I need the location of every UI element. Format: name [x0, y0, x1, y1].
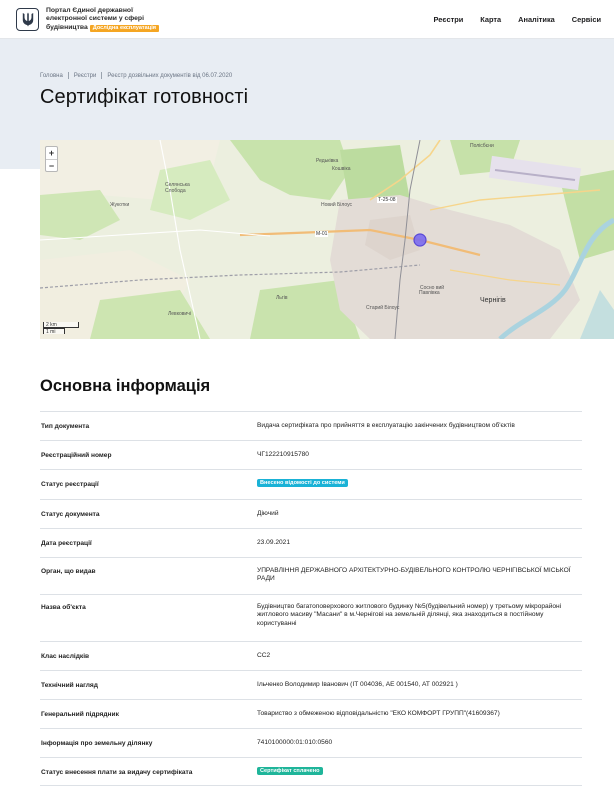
row-label-issuer: Орган, що видав — [41, 568, 96, 575]
site-header: Портал Єдиної державної електронної сист… — [0, 0, 614, 39]
map-scale: 2 km 1 mi — [43, 322, 79, 335]
breadcrumb-home[interactable]: Головна — [40, 73, 63, 79]
map-label-chernihiv: Чернігів — [480, 297, 506, 304]
breadcrumb-separator — [101, 72, 103, 79]
map-label-seliansk: Селянська Слобода — [165, 182, 190, 194]
breadcrumb-registries[interactable]: Реєстри — [74, 73, 97, 79]
row-label-reg-date: Дата реєстрації — [41, 540, 92, 547]
map-canvas — [40, 140, 614, 339]
map-label-levkovychi: Левковичі — [168, 311, 191, 317]
zoom-in-button[interactable]: + — [46, 147, 57, 159]
row-label-general-contractor: Генеральний підрядник — [41, 711, 119, 718]
trident-icon[interactable] — [16, 8, 39, 31]
info-table: Тип документа Видача сертифіката про при… — [40, 411, 582, 786]
breadcrumb-current[interactable]: Реєстр дозвільних документів від 06.07.2… — [107, 73, 232, 79]
row-value-reg-date: 23.09.2021 — [257, 539, 291, 546]
trident-icon-graphic — [22, 12, 33, 27]
zoom-out-button[interactable]: − — [46, 159, 57, 171]
table-row: Назва об'єкта Будівництво багатоповерхов… — [40, 594, 582, 641]
map-label-novyi-bilous: Новий Білоус — [321, 202, 353, 208]
row-label-payment-status: Статус внесення плати за видачу сертифік… — [41, 769, 193, 776]
row-value-general-contractor: Товариство з обмеженою відповідальністю … — [257, 710, 500, 717]
map-label-koshelevka: Кошвіка — [332, 166, 351, 172]
row-label-consequence-class: Клас наслідків — [41, 653, 90, 660]
row-value-land-plot: 7410100000:01:010:0560 — [257, 739, 333, 746]
breadcrumb: Головна Реєстри Реєстр дозвільних докуме… — [40, 72, 232, 79]
row-label-doc-type: Тип документа — [41, 423, 90, 430]
section-title: Основна інформація — [40, 377, 211, 395]
row-value-object-name: Будівництво багатоповерхового житлового … — [257, 603, 562, 627]
nav-map[interactable]: Карта — [480, 15, 501, 24]
table-row: Статус внесення плати за видачу сертифік… — [40, 757, 582, 786]
table-row: Дата реєстрації 23.09.2021 — [40, 528, 582, 557]
row-value-payment-status: Сертифікат сплачено — [257, 758, 582, 785]
table-row: Статус реєстрації Внесено відомості до с… — [40, 469, 582, 499]
map-zoom-control: + − — [45, 146, 58, 172]
location-map[interactable]: Полісбєни Редьківка Кошвіка Селянська Сл… — [40, 140, 614, 339]
row-value-tech-supervision: Ільченко Володимир Іванович (ІТ 004036, … — [257, 681, 458, 688]
breadcrumb-separator — [67, 72, 69, 79]
table-row: Генеральний підрядник Товариство з обмеж… — [40, 699, 582, 728]
main-nav: Реєстри Карта Аналітика Сервіси — [434, 15, 601, 24]
map-label-redkivka: Редьківка — [316, 158, 339, 164]
portal-brand[interactable]: Портал Єдиної державної електронної сист… — [46, 7, 176, 33]
row-label-land-plot: Інформація про земельну ділянку — [41, 740, 153, 747]
table-row: Статус документа Діючий — [40, 499, 582, 528]
map-label-liubech: Льгів — [276, 295, 288, 301]
table-row: Клас наслідків СС2 — [40, 641, 582, 670]
table-row: Тип документа Видача сертифіката про при… — [40, 411, 582, 440]
map-label-poliskyi: Полісбєни — [470, 143, 494, 149]
table-row: Орган, що видав УПРАВЛІННЯ ДЕРЖАВНОГО АР… — [40, 557, 582, 594]
row-value-doc-type: Видача сертифіката про прийняття в експл… — [257, 422, 515, 429]
beta-badge: Дослідна експлуатація — [89, 24, 160, 33]
nav-services[interactable]: Сервіси — [572, 15, 601, 24]
map-label-staryi-bilous: Старий Білоус — [366, 305, 400, 311]
map-label-zhukotky: Жукотки — [110, 202, 130, 208]
row-label-tech-supervision: Технічний нагляд — [41, 682, 98, 689]
table-row: Інформація про земельну ділянку 74101000… — [40, 728, 582, 757]
map-label-road-m01: М-01 — [315, 231, 329, 237]
row-label-reg-status: Статус реєстрації — [41, 481, 99, 488]
map-label-road-t2508: Т-25-08 — [377, 197, 397, 203]
table-row: Реєстраційний номер ЧГ122210915780 — [40, 440, 582, 469]
nav-registries[interactable]: Реєстри — [434, 15, 464, 24]
row-label-reg-number: Реєстраційний номер — [41, 452, 112, 459]
nav-analytics[interactable]: Аналітика — [518, 15, 555, 24]
page-title: Сертифікат готовності — [40, 86, 249, 108]
row-value-doc-status: Діючий — [257, 510, 279, 517]
row-value-consequence-class: СС2 — [257, 652, 271, 659]
brand-line-2: електронної системи у сфері — [46, 15, 144, 23]
table-row: Технічний нагляд Ільченко Володимир Іван… — [40, 670, 582, 699]
status-badge: Внесено відомості до системи — [257, 479, 348, 487]
row-value-reg-status: Внесено відомості до системи — [257, 470, 582, 499]
row-label-doc-status: Статус документа — [41, 511, 100, 518]
scale-mi: 1 mi — [43, 328, 65, 335]
row-value-issuer: УПРАВЛІННЯ ДЕРЖАВНОГО АРХІТЕКТУРНО-БУДІВ… — [257, 567, 571, 583]
row-value-reg-number: ЧГ122210915780 — [257, 451, 309, 458]
map-label-sosnovyi: Сосно вий — [420, 285, 445, 291]
payment-status-badge: Сертифікат сплачено — [257, 767, 323, 775]
brand-line-3: будівництва — [46, 23, 88, 31]
row-label-object-name: Назва об'єкта — [41, 604, 86, 611]
